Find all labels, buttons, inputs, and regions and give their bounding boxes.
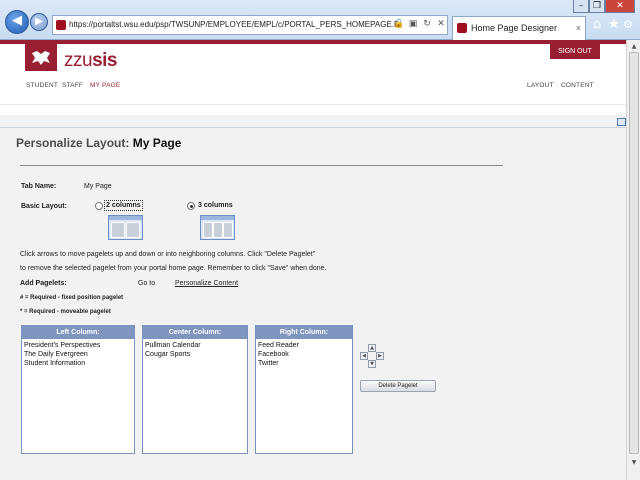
lock-icon[interactable]: 🔒 — [393, 18, 405, 30]
two-columns-layout-icon[interactable] — [108, 215, 143, 240]
address-bar[interactable]: https://portaltst.wsu.edu/psp/TWSUNP/EMP… — [52, 15, 448, 35]
move-right-icon[interactable]: ▶ — [376, 352, 384, 360]
wsu-logo-icon[interactable] — [25, 44, 57, 71]
nav-layout[interactable]: LAYOUT — [527, 82, 554, 89]
page-options-icon[interactable] — [617, 118, 626, 126]
page-title: Personalize Layout: My Page — [16, 136, 182, 150]
tab-title: Home Page Designer — [471, 23, 558, 33]
right-column-list[interactable]: Right Column: Feed Reader Facebook Twitt… — [255, 325, 353, 454]
nav-content[interactable]: CONTENT — [561, 82, 594, 89]
compat-icon[interactable]: ▣ — [407, 18, 419, 30]
tab-name-value: My Page — [84, 183, 112, 190]
move-down-icon[interactable]: ▼ — [368, 360, 376, 368]
tab-close-icon[interactable]: × — [576, 17, 581, 39]
move-up-icon[interactable]: ▲ — [368, 344, 376, 352]
refresh-icon[interactable]: ↻ — [421, 18, 433, 30]
list-item[interactable]: Feed Reader — [258, 341, 350, 350]
browser-tab[interactable]: Home Page Designer × — [452, 16, 586, 40]
header-accent-bar — [0, 40, 626, 44]
stop-icon[interactable]: ✕ — [435, 18, 447, 30]
right-column-header: Right Column: — [256, 326, 352, 339]
basic-layout-label: Basic Layout: — [21, 203, 67, 210]
go-to-label: Go to — [138, 280, 156, 287]
wsu-favicon-icon — [56, 20, 66, 30]
divider — [0, 127, 626, 128]
browser-toolbar: ◀ ▶ https://portaltst.wsu.edu/psp/TWSUNP… — [0, 0, 640, 40]
scroll-thumb[interactable] — [629, 52, 639, 454]
center-column-list[interactable]: Center Column: Pullman Calendar Cougar S… — [142, 325, 248, 454]
star-icon[interactable]: ★ — [608, 17, 620, 32]
list-item[interactable]: The Daily Evergreen — [24, 350, 132, 359]
maximize-icon[interactable]: ❐ — [589, 0, 605, 13]
legend-fixed: # = Required - fixed position pagelet — [20, 295, 124, 301]
home-icon[interactable]: ⌂ — [593, 17, 601, 32]
legend-moveable: * = Required - moveable pagelet — [20, 309, 111, 315]
personalize-content-link[interactable]: Personalize Content — [175, 280, 238, 287]
delete-pagelet-button[interactable]: Delete Pagelet — [360, 380, 436, 392]
add-pagelets-label: Add Pagelets: — [20, 280, 67, 287]
divider — [20, 165, 503, 166]
address-url: https://portaltst.wsu.edu/psp/TWSUNP/EMP… — [69, 20, 400, 29]
list-item[interactable]: Student Information — [24, 359, 132, 368]
forward-arrow-icon[interactable]: ▶ — [30, 13, 48, 31]
scroll-up-icon[interactable]: ▲ — [628, 42, 640, 52]
list-item[interactable]: Pullman Calendar — [145, 341, 245, 350]
sign-out-button[interactable]: SIGN OUT — [550, 44, 600, 59]
two-columns-label[interactable]: 2 columns — [106, 202, 141, 209]
nav-staff[interactable]: STAFF — [62, 82, 83, 89]
close-icon[interactable]: ✕ — [605, 0, 635, 13]
center-column-header: Center Column: — [143, 326, 247, 339]
left-column-header: Left Column: — [22, 326, 134, 339]
vertical-scrollbar[interactable]: ▲ ▼ — [626, 40, 640, 480]
three-columns-label[interactable]: 3 columns — [198, 202, 233, 209]
two-columns-radio[interactable] — [95, 202, 103, 210]
nav-my-page[interactable]: MY PAGE — [90, 82, 120, 89]
tab-name-label: Tab Name: — [21, 183, 57, 190]
minimize-icon[interactable]: – — [573, 0, 589, 13]
instructions-line-1: Click arrows to move pagelets up and dow… — [20, 251, 316, 258]
wsu-favicon-icon — [457, 23, 467, 33]
list-item[interactable]: Twitter — [258, 359, 350, 368]
back-arrow-icon[interactable]: ◀ — [5, 10, 29, 34]
divider — [0, 104, 626, 105]
gear-icon[interactable]: ⚙ — [623, 18, 633, 31]
app-logo[interactable]: zzusis — [64, 50, 117, 72]
nav-student[interactable]: STUDENT — [26, 82, 58, 89]
instructions-line-2: to remove the selected pagelet from your… — [20, 265, 327, 272]
three-columns-radio[interactable] — [187, 202, 195, 210]
three-columns-layout-icon[interactable] — [200, 215, 235, 240]
left-column-list[interactable]: Left Column: President's Perspectives Th… — [21, 325, 135, 454]
list-item[interactable]: Facebook — [258, 350, 350, 359]
move-left-icon[interactable]: ◀ — [360, 352, 368, 360]
list-item[interactable]: President's Perspectives — [24, 341, 132, 350]
scroll-down-icon[interactable]: ▼ — [628, 458, 640, 468]
list-item[interactable]: Cougar Sports — [145, 350, 245, 359]
